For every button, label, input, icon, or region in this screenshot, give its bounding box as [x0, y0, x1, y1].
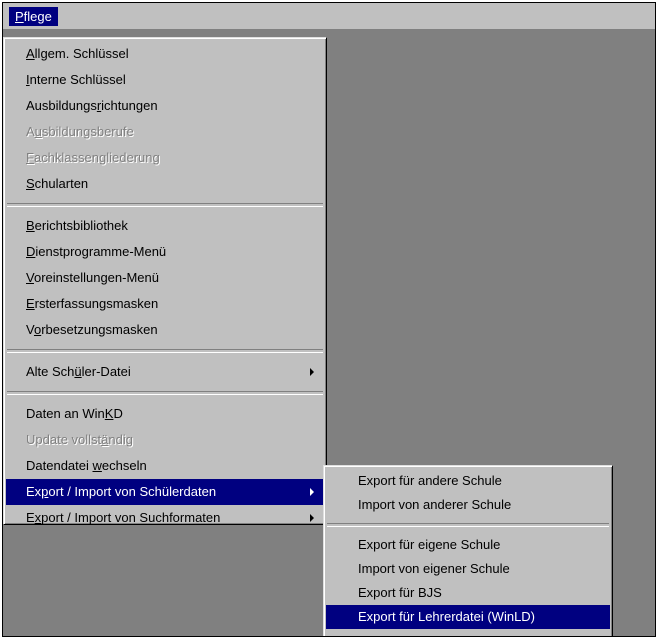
- pflege-dropdown-menu: Allgem. Schlüssel Interne Schlüssel Ausb…: [3, 37, 327, 525]
- submenu-item-import-eigene-schule[interactable]: Import von eigener Schule: [326, 557, 610, 581]
- menu-item-update-vollstaendig: Update vollständig: [26, 432, 133, 447]
- menu-bar: Pflege: [3, 3, 655, 30]
- export-import-submenu: Export für andere Schule Import von ande…: [323, 465, 613, 636]
- application-window: Pflege Allgem. Schlüssel Interne Schlüss…: [2, 2, 656, 637]
- menu-separator: [7, 349, 323, 353]
- menu-item-berichtsbibliothek[interactable]: Berichtsbibliothek: [6, 213, 324, 239]
- menu-item-allgem-schluessel[interactable]: Allgem. Schlüssel: [6, 41, 324, 67]
- submenu-arrow-icon: [310, 368, 314, 376]
- menu-item-export-import-suchformaten[interactable]: Export / Import von Suchformaten: [6, 505, 324, 531]
- menu-item-datendatei-wechseln[interactable]: Datendatei wechseln: [6, 453, 324, 479]
- menu-separator: [7, 203, 323, 207]
- menu-item-daten-an-winkd[interactable]: Daten an WinKD: [6, 401, 324, 427]
- submenu-item-import-andere-schule[interactable]: Import von anderer Schule: [326, 493, 610, 517]
- menu-item-ausbildungsberufe: Ausbildungsberufe: [26, 124, 134, 139]
- submenu-item-export-lehrerdatei[interactable]: Export für Lehrerdatei (WinLD): [326, 605, 610, 629]
- menu-item-dienstprogramme-menue[interactable]: Dienstprogramme-Menü: [6, 239, 324, 265]
- menu-item-export-import-schuelerdaten[interactable]: Export / Import von Schülerdaten: [6, 479, 324, 505]
- menu-item-ausbildungsrichtungen[interactable]: Ausbildungsrichtungen: [6, 93, 324, 119]
- menu-item-ersterfassungsmasken[interactable]: Ersterfassungsmasken: [6, 291, 324, 317]
- submenu-arrow-icon: [310, 514, 314, 522]
- menu-item-fachklassengliederung: Fachklassengliederung: [26, 150, 160, 165]
- menu-item-interne-schluessel[interactable]: Interne Schlüssel: [6, 67, 324, 93]
- menu-separator: [327, 523, 609, 527]
- menu-pflege[interactable]: Pflege: [9, 7, 58, 26]
- menu-item-voreinstellungen-menue[interactable]: Voreinstellungen-Menü: [6, 265, 324, 291]
- menu-separator: [7, 391, 323, 395]
- menu-item-schularten[interactable]: Schularten: [6, 171, 324, 197]
- submenu-item-export-andere-schule[interactable]: Export für andere Schule: [326, 469, 610, 493]
- menu-item-vorbesetzungsmasken[interactable]: Vorbesetzungsmasken: [6, 317, 324, 343]
- submenu-item-export-eigene-schule[interactable]: Export für eigene Schule: [326, 533, 610, 557]
- menu-item-alte-schueler-datei[interactable]: Alte Schüler-Datei: [6, 359, 324, 385]
- submenu-item-export-bjs[interactable]: Export für BJS: [326, 581, 610, 605]
- submenu-arrow-icon: [310, 488, 314, 496]
